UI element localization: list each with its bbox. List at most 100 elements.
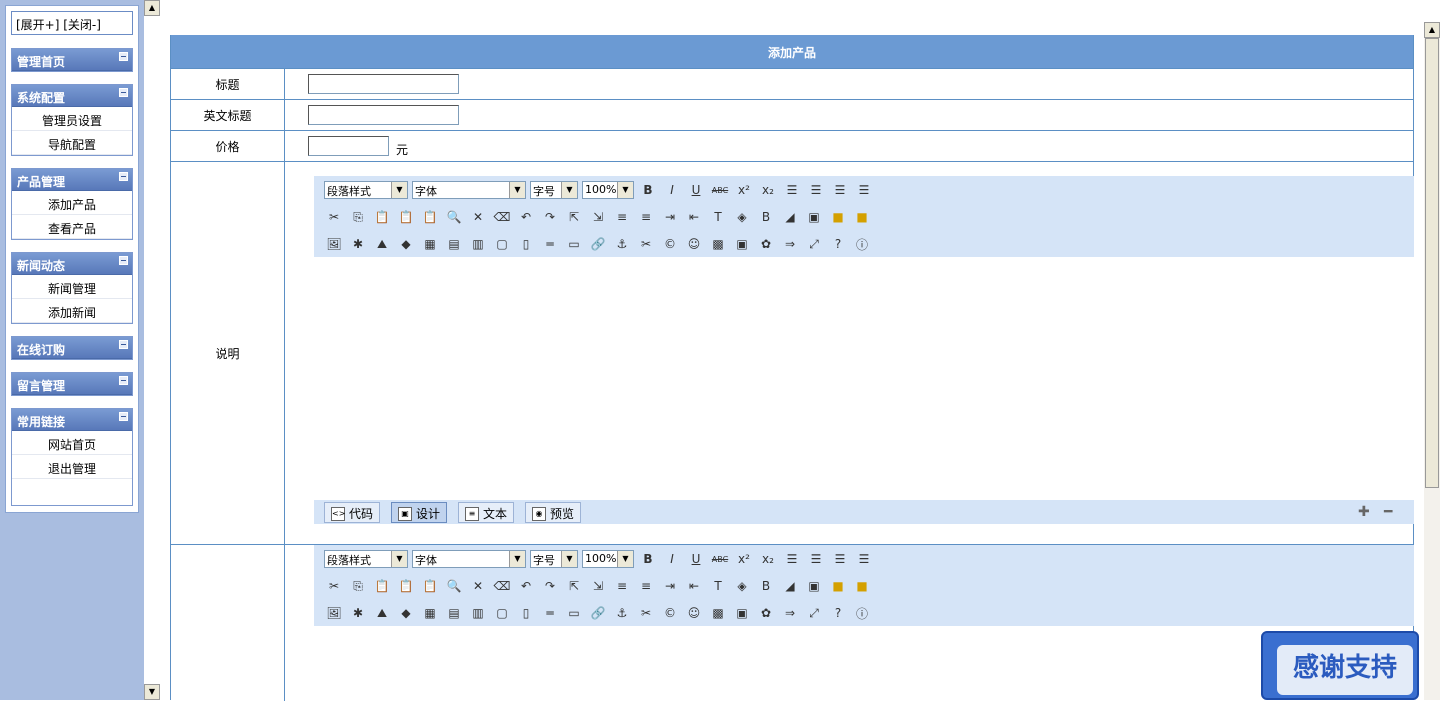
paste-icon[interactable]: 📋: [372, 576, 392, 596]
sidebar-item-site-home[interactable]: 网站首页: [12, 431, 132, 455]
excel-icon[interactable]: ▩: [708, 234, 728, 254]
paste-icon[interactable]: 📋: [372, 207, 392, 227]
sidebar-item-add-news[interactable]: 添加新闻: [12, 299, 132, 323]
font-size-select[interactable]: 字号: [530, 550, 578, 568]
italic-icon[interactable]: I: [662, 549, 682, 569]
ordered-list-icon[interactable]: ≡: [612, 207, 632, 227]
send-backward-icon[interactable]: ■: [852, 207, 872, 227]
paste-word-icon[interactable]: 📋: [420, 207, 440, 227]
special-char-icon[interactable]: ©: [660, 603, 680, 623]
italic-icon[interactable]: I: [662, 180, 682, 200]
insert-flash-icon[interactable]: ✱: [348, 603, 368, 623]
outdent-icon[interactable]: ⇤: [684, 576, 704, 596]
font-size-select[interactable]: 字号: [530, 181, 578, 199]
delete-icon[interactable]: ✕: [468, 576, 488, 596]
collapse-icon[interactable]: [119, 376, 128, 385]
collapse-icon[interactable]: [119, 88, 128, 97]
bg-color-icon[interactable]: ◈: [732, 207, 752, 227]
collapse-icon[interactable]: [119, 340, 128, 349]
menu-group-header[interactable]: 新闻动态: [12, 253, 132, 275]
cell-props-icon[interactable]: ▥: [468, 234, 488, 254]
insert-rule-icon[interactable]: ═: [540, 603, 560, 623]
insert-anchor-icon[interactable]: ⚓: [612, 603, 632, 623]
format-brush-icon[interactable]: B: [756, 576, 776, 596]
paragraph-style-select[interactable]: 段落样式: [324, 550, 408, 568]
align-center-icon[interactable]: ☰: [806, 549, 826, 569]
underline-icon[interactable]: U: [686, 549, 706, 569]
expand-all-link[interactable]: [展开+]: [16, 18, 59, 32]
title-input[interactable]: [308, 74, 459, 94]
menu-group-header[interactable]: 常用链接: [12, 409, 132, 431]
justify-icon[interactable]: ☰: [854, 180, 874, 200]
subscript-icon[interactable]: x₂: [758, 180, 778, 200]
sidebar-item-logout[interactable]: 退出管理: [12, 455, 132, 479]
tab-design[interactable]: ▣ 设计: [391, 502, 448, 523]
select-icon[interactable]: ⇱: [564, 207, 584, 227]
insert-file-icon[interactable]: ◆: [396, 603, 416, 623]
sidebar-item-view-products[interactable]: 查看产品: [12, 215, 132, 239]
sidebar-item-admin-settings[interactable]: 管理员设置: [12, 107, 132, 131]
sidebar-item-nav-config[interactable]: 导航配置: [12, 131, 132, 155]
paste-text-icon[interactable]: 📋: [396, 207, 416, 227]
absolute-position-icon[interactable]: ▣: [804, 207, 824, 227]
left-frame-scrollbar[interactable]: ▲ ▼: [144, 0, 160, 700]
table-props-icon[interactable]: ▤: [444, 603, 464, 623]
bold-icon[interactable]: B: [638, 180, 658, 200]
sidebar-item-news-manage[interactable]: 新闻管理: [12, 275, 132, 299]
editor-content-area[interactable]: [314, 257, 1414, 500]
fullscreen-icon[interactable]: ⤢: [804, 234, 824, 254]
paste-text-icon[interactable]: 📋: [396, 576, 416, 596]
insert-page-icon[interactable]: ▯: [516, 234, 536, 254]
indent-icon[interactable]: ⇥: [660, 207, 680, 227]
insert-frame-icon[interactable]: ▢: [492, 234, 512, 254]
table-props-icon[interactable]: ▤: [444, 234, 464, 254]
stamp-icon[interactable]: ✿: [756, 603, 776, 623]
tab-code[interactable]: <> 代码: [324, 502, 381, 523]
bring-forward-icon[interactable]: ■: [828, 576, 848, 596]
outdent-icon[interactable]: ⇤: [684, 207, 704, 227]
collapse-icon[interactable]: [119, 52, 128, 61]
paragraph-style-select[interactable]: 段落样式: [324, 181, 408, 199]
menu-group-header[interactable]: 管理首页: [12, 49, 132, 71]
import-icon[interactable]: ⇒: [780, 234, 800, 254]
cut-icon[interactable]: ✂: [324, 576, 344, 596]
justify-icon[interactable]: ☰: [854, 549, 874, 569]
unordered-list-icon[interactable]: ≡: [636, 207, 656, 227]
redo-icon[interactable]: ↷: [540, 576, 560, 596]
redo-icon[interactable]: ↷: [540, 207, 560, 227]
superscript-icon[interactable]: x²: [734, 180, 754, 200]
indent-icon[interactable]: ⇥: [660, 576, 680, 596]
insert-table-icon[interactable]: ▦: [420, 603, 440, 623]
align-right-icon[interactable]: ☰: [830, 549, 850, 569]
bg-color-icon[interactable]: ◈: [732, 576, 752, 596]
select-all-icon[interactable]: ⇲: [588, 576, 608, 596]
paste-word-icon[interactable]: 📋: [420, 576, 440, 596]
about-icon[interactable]: ⓘ: [852, 234, 872, 254]
align-left-icon[interactable]: ☰: [782, 180, 802, 200]
undo-icon[interactable]: ↶: [516, 576, 536, 596]
insert-frame-icon[interactable]: ▢: [492, 603, 512, 623]
menu-group-header[interactable]: 留言管理: [12, 373, 132, 395]
delete-icon[interactable]: ✕: [468, 207, 488, 227]
help-icon[interactable]: ?: [828, 603, 848, 623]
date-icon[interactable]: ▣: [732, 603, 752, 623]
import-icon[interactable]: ⇒: [780, 603, 800, 623]
eraser-icon[interactable]: ⌫: [492, 207, 512, 227]
zoom-select[interactable]: 100%: [582, 550, 634, 568]
copy-icon[interactable]: ⎘: [348, 576, 368, 596]
sidebar-item-add-product[interactable]: 添加产品: [12, 191, 132, 215]
cut-icon[interactable]: ✂: [324, 207, 344, 227]
subscript-icon[interactable]: x₂: [758, 549, 778, 569]
collapse-icon[interactable]: [119, 256, 128, 265]
bold-icon[interactable]: B: [638, 549, 658, 569]
main-scrollbar[interactable]: ▲: [1424, 22, 1440, 700]
text-color-icon[interactable]: T: [708, 576, 728, 596]
insert-marquee-icon[interactable]: ▭: [564, 234, 584, 254]
insert-image-icon[interactable]: 🖼: [324, 234, 344, 254]
undo-icon[interactable]: ↶: [516, 207, 536, 227]
excel-icon[interactable]: ▩: [708, 603, 728, 623]
eraser-icon[interactable]: ⌫: [492, 576, 512, 596]
find-icon[interactable]: 🔍: [444, 207, 464, 227]
unlink-icon[interactable]: ✂: [636, 234, 656, 254]
scroll-up-arrow-icon[interactable]: ▲: [1424, 22, 1440, 38]
